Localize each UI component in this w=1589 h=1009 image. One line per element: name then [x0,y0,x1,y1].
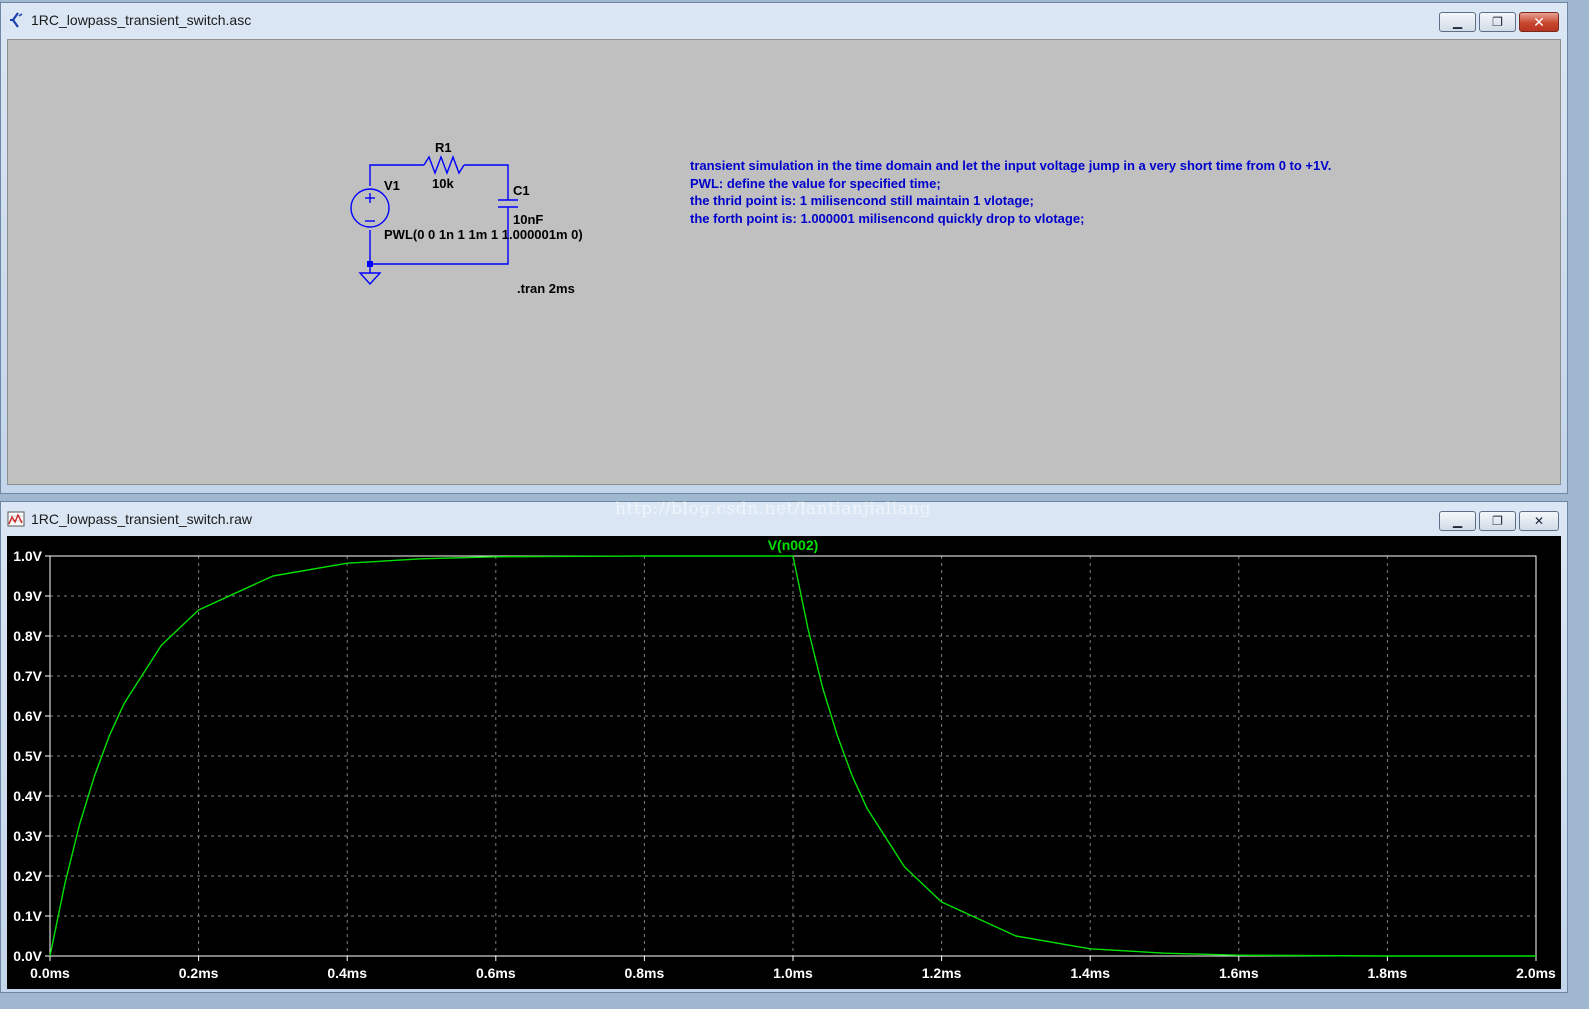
y-tick-label: 0.9V [13,588,42,604]
maximize-icon: ❐ [1492,514,1503,528]
y-tick-label: 0.4V [13,788,42,804]
schematic-window-controls: ▁ ❐ ✕ [1439,12,1559,32]
x-tick-label: 0.0ms [30,965,70,981]
c1-name-label[interactable]: C1 [513,183,530,198]
schematic-canvas[interactable]: R1 10k C1 10nF V1 PWL(0 0 1n 1 1m 1 1.00… [7,39,1561,485]
resistor-r1[interactable] [423,155,465,175]
ground-symbol[interactable] [358,272,382,286]
c1-value-label[interactable]: 10nF [513,212,543,227]
y-tick-label: 0.1V [13,908,42,924]
x-tick-label: 0.4ms [327,965,367,981]
waveform-chart[interactable]: 0.0V 0.1V 0.2V 0.3V 0.4V 0.5V 0.6V 0.7V 0.8V 0.9V… [7,536,1561,989]
waveform-window-controls: ▁ ❐ ✕ [1439,511,1559,531]
minimize-icon: ▁ [1452,514,1463,528]
comment-line[interactable]: transient simulation in the time domain … [690,158,1331,173]
v1-name-label[interactable]: V1 [384,178,400,193]
y-tick-label: 0.6V [13,708,42,724]
close-button[interactable]: ✕ [1519,12,1559,32]
y-tick-label: 0.8V [13,628,42,644]
wire-top-right[interactable] [464,164,509,200]
x-tick-label: 0.2ms [179,965,219,981]
comment-line[interactable]: the forth point is: 1.000001 milisencond… [690,211,1084,226]
close-icon: ✕ [1533,13,1545,30]
y-tick-label: 1.0V [13,548,42,564]
close-button[interactable]: ✕ [1519,511,1559,531]
minimize-icon: ▁ [1452,15,1463,29]
x-tick-label: 0.8ms [625,965,665,981]
minimize-button[interactable]: ▁ [1439,12,1476,32]
x-tick-label: 1.4ms [1070,965,1110,981]
y-tick-label: 0.2V [13,868,42,884]
r1-value-label[interactable]: 10k [432,176,454,191]
comment-line[interactable]: the thrid point is: 1 milisencond still … [690,193,1034,208]
waveform-viewer-icon [7,511,25,527]
comment-line[interactable]: PWL: define the value for specified time… [690,176,941,191]
y-tick-label: 0.0V [13,948,42,964]
tran-directive[interactable]: .tran 2ms [517,281,575,296]
x-axis-ticks: 0.0ms 0.2ms 0.4ms 0.6ms 0.8ms 1.0ms 1.2ms 1.4ms… [30,956,1556,981]
x-tick-label: 1.2ms [922,965,962,981]
x-tick-label: 1.6ms [1219,965,1259,981]
waveform-window-title: 1RC_lowpass_transient_switch.raw [31,511,252,527]
schematic-drawing[interactable]: R1 10k C1 10nF V1 PWL(0 0 1n 1 1m 1 1.00… [8,40,1562,486]
grid-layer [50,556,1536,956]
x-tick-label: 1.0ms [773,965,813,981]
schematic-window: 1RC_lowpass_transient_switch.asc ▁ ❐ ✕ R… [0,2,1568,494]
x-tick-label: 0.6ms [476,965,516,981]
x-tick-label: 2.0ms [1516,965,1556,981]
watermark-text: http://blog.csdn.net/lantianjialiang [615,499,932,519]
minimize-button[interactable]: ▁ [1439,511,1476,531]
v1-value-label[interactable]: PWL(0 0 1n 1 1m 1 1.000001m 0) [384,227,583,242]
waveform-window: 1RC_lowpass_transient_switch.raw ▁ ❐ ✕ 0… [0,501,1568,993]
ltspice-icon [10,12,23,28]
trace-label-v-n002[interactable]: V(n002) [768,537,819,553]
r1-name-label[interactable]: R1 [435,140,452,155]
waveform-plot-area[interactable]: 0.0V 0.1V 0.2V 0.3V 0.4V 0.5V 0.6V 0.7V 0.8V 0.9V… [7,536,1561,989]
maximize-button[interactable]: ❐ [1479,511,1516,531]
schematic-window-title: 1RC_lowpass_transient_switch.asc [31,12,252,28]
y-tick-label: 0.3V [13,828,42,844]
close-icon: ✕ [1533,514,1545,528]
y-tick-label: 0.5V [13,748,42,764]
y-axis-ticks: 0.0V 0.1V 0.2V 0.3V 0.4V 0.5V 0.6V 0.7V 0.8V 0.9V… [13,548,50,964]
x-tick-label: 1.8ms [1368,965,1408,981]
schematic-titlebar[interactable]: 1RC_lowpass_transient_switch.asc ▁ ❐ ✕ [1,3,1567,37]
maximize-button[interactable]: ❐ [1479,12,1516,32]
ground-node-dot [367,261,373,267]
y-tick-label: 0.7V [13,668,42,684]
maximize-icon: ❐ [1492,15,1503,29]
